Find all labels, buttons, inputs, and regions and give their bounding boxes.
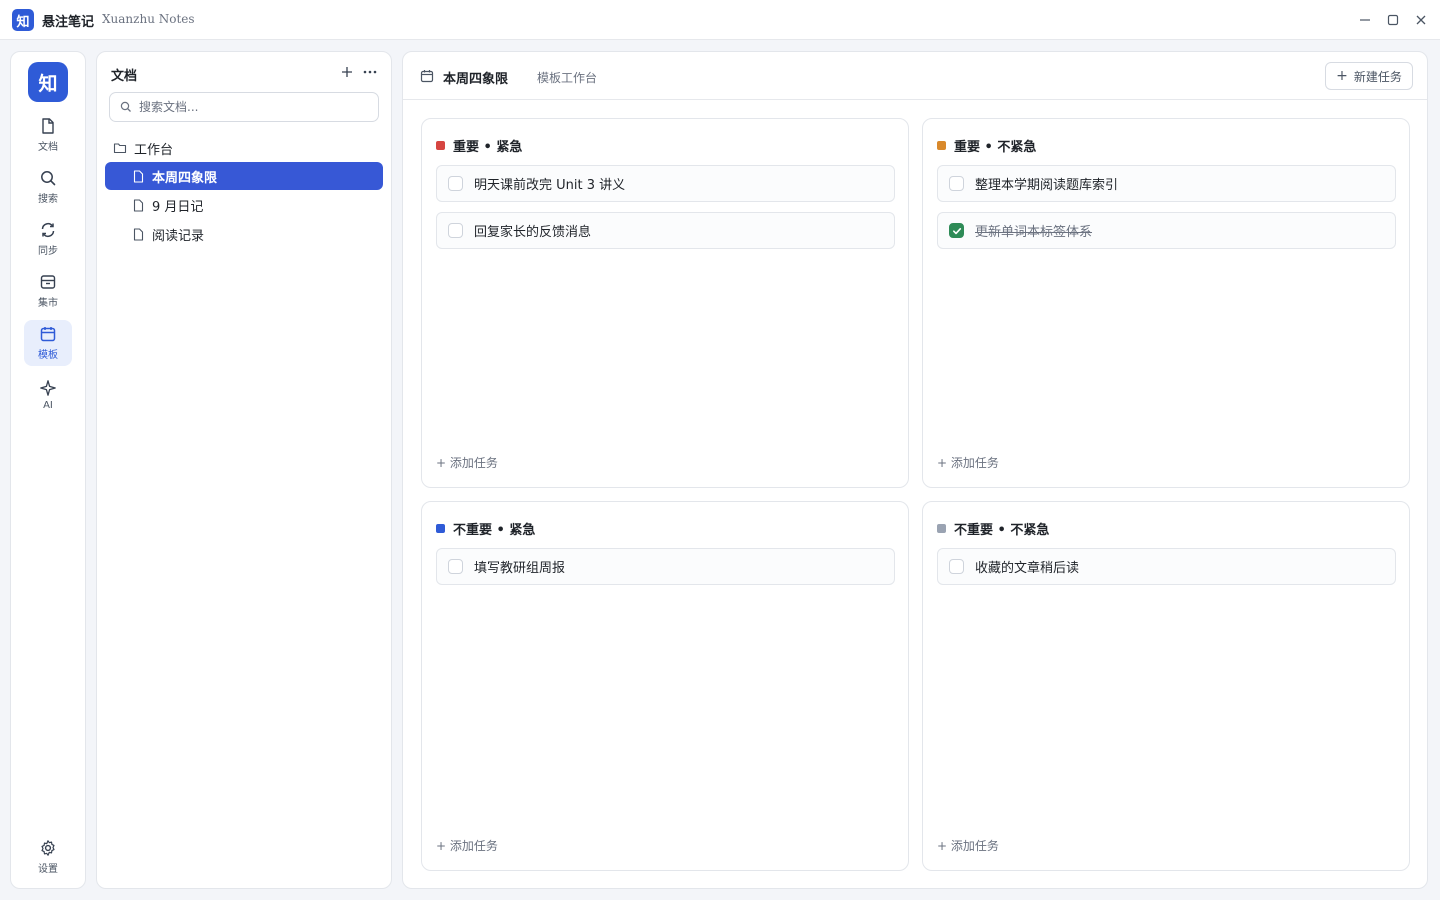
rail-item-label: 设置: [38, 864, 58, 875]
new-task-label: 新建任务: [1353, 69, 1402, 84]
quadrant-title: 重要 • 不紧急: [954, 140, 1037, 155]
quadrant-color-dot: [937, 524, 946, 533]
quadrant-title: 不重要 • 紧急: [453, 523, 536, 538]
task-checkbox[interactable]: [448, 559, 463, 574]
rail-item-documents[interactable]: 文档: [24, 112, 72, 158]
rail-item-templates[interactable]: 模板: [24, 320, 72, 366]
rail-item-label: AI: [43, 400, 53, 411]
task-checkbox[interactable]: [949, 223, 964, 238]
documents-panel: 文档 工作台 本周四象限 9 月日记 阅读记录: [96, 51, 392, 889]
rail-item-search[interactable]: 搜索: [24, 164, 72, 210]
quadrant-header: 不重要 • 不紧急: [937, 519, 1049, 538]
add-task-button[interactable]: + 添加任务: [436, 837, 498, 854]
more-options-button[interactable]: [361, 64, 379, 80]
quadrant-important-not-urgent: 重要 • 不紧急 整理本学期阅读题库索引 更新单词本标签体系 + 添加任务: [922, 118, 1410, 488]
document-icon: [133, 169, 144, 183]
plus-icon: [342, 67, 352, 77]
quadrant-header: 重要 • 紧急: [436, 136, 522, 155]
search-icon: [120, 101, 131, 112]
tree-doc-item[interactable]: 9 月日记: [105, 191, 383, 219]
task-item[interactable]: 回复家长的反馈消息: [436, 212, 895, 249]
tree-doc-item[interactable]: 本周四象限: [105, 162, 383, 190]
title-bar: 知 悬注笔记 Xuanzhu Notes: [0, 0, 1440, 40]
tree-folder-workspace[interactable]: 工作台: [113, 138, 173, 158]
tree-folder-label: 工作台: [134, 142, 174, 158]
task-item[interactable]: 更新单词本标签体系: [937, 212, 1396, 249]
search-input[interactable]: [139, 100, 369, 114]
document-icon: [42, 118, 54, 134]
task-checkbox[interactable]: [448, 176, 463, 191]
rail-item-label: 搜索: [38, 194, 58, 205]
task-item[interactable]: 收藏的文章稍后读: [937, 548, 1396, 585]
rail-item-ai[interactable]: AI: [24, 372, 72, 418]
add-document-button[interactable]: [339, 64, 355, 80]
quadrant-color-dot: [937, 141, 946, 150]
rail-item-label: 文档: [38, 142, 58, 153]
app-logo: 知: [12, 9, 34, 31]
app-subtitle: Xuanzhu Notes: [102, 12, 195, 26]
rail-item-label: 同步: [38, 246, 58, 257]
rail-item-sync[interactable]: 同步: [24, 216, 72, 262]
task-text: 整理本学期阅读题库索引: [975, 178, 1119, 193]
panel-title: 文档: [111, 69, 138, 84]
sparkle-icon: [40, 380, 56, 396]
document-icon: [133, 227, 144, 241]
add-task-button[interactable]: + 添加任务: [937, 837, 999, 854]
rail-item-label: 集市: [38, 298, 58, 309]
quadrant-important-urgent: 重要 • 紧急 明天课前改完 Unit 3 讲义 回复家长的反馈消息 + 添加任…: [421, 118, 909, 488]
search-icon: [41, 171, 56, 186]
task-checkbox[interactable]: [949, 176, 964, 191]
task-item[interactable]: 明天课前改完 Unit 3 讲义: [436, 165, 895, 202]
breadcrumb[interactable]: 模板工作台: [537, 69, 597, 86]
minimize-icon[interactable]: [1355, 10, 1375, 30]
maximize-icon[interactable]: [1383, 10, 1403, 30]
quadrant-not-important-urgent: 不重要 • 紧急 填写教研组周报 + 添加任务: [421, 501, 909, 871]
tree-doc-label: 阅读记录: [152, 228, 205, 244]
quadrant-title: 重要 • 紧急: [453, 140, 523, 155]
quadrant-header: 重要 • 不紧急: [937, 136, 1036, 155]
rail-item-settings[interactable]: 设置: [24, 834, 72, 880]
task-text: 填写教研组周报: [474, 561, 566, 576]
quadrant-color-dot: [436, 141, 445, 150]
task-text: 收藏的文章稍后读: [975, 561, 1080, 576]
document-icon: [133, 198, 144, 212]
quadrant-color-dot: [436, 524, 445, 533]
sync-icon: [41, 223, 55, 237]
task-item[interactable]: 填写教研组周报: [436, 548, 895, 585]
quadrant-not-important-not-urgent: 不重要 • 不紧急 收藏的文章稍后读 + 添加任务: [922, 501, 1410, 871]
folder-icon: [113, 143, 127, 154]
new-task-button[interactable]: + 新建任务: [1325, 62, 1413, 90]
search-box[interactable]: [109, 92, 379, 122]
task-checkbox[interactable]: [949, 559, 964, 574]
nav-rail: 知 文档 搜索 同步 集市 模板 AI 设置: [10, 51, 86, 889]
task-text: 回复家长的反馈消息: [474, 225, 592, 240]
board-header: 本周四象限 模板工作台 + 新建任务: [403, 52, 1427, 100]
page-title: 本周四象限: [443, 72, 509, 87]
calendar-icon: [420, 70, 434, 83]
check-icon: [952, 227, 961, 234]
quadrant-header: 不重要 • 紧急: [436, 519, 535, 538]
marketplace-icon: [40, 275, 56, 289]
task-text: 明天课前改完 Unit 3 讲义: [474, 178, 626, 193]
task-checkbox[interactable]: [448, 223, 463, 238]
tree-doc-item[interactable]: 阅读记录: [105, 220, 383, 248]
gear-icon: [41, 840, 55, 856]
rail-item-marketplace[interactable]: 集市: [24, 268, 72, 314]
tree-doc-label: 本周四象限: [152, 170, 218, 186]
app-name: 悬注笔记: [42, 15, 95, 30]
task-item[interactable]: 整理本学期阅读题库索引: [937, 165, 1396, 202]
plus-icon: +: [1336, 68, 1348, 84]
calendar-icon: [40, 327, 56, 342]
add-task-button[interactable]: + 添加任务: [436, 454, 498, 471]
task-text: 更新单词本标签体系: [975, 225, 1093, 240]
tree-doc-label: 9 月日记: [152, 199, 204, 215]
more-icon: [363, 70, 377, 74]
rail-item-label: 模板: [38, 350, 58, 361]
rail-logo[interactable]: 知: [28, 62, 68, 102]
main-board: 本周四象限 模板工作台 + 新建任务 重要 • 紧急 明天课前改完 Unit 3…: [402, 51, 1428, 889]
quadrant-title: 不重要 • 不紧急: [954, 523, 1050, 538]
add-task-button[interactable]: + 添加任务: [937, 454, 999, 471]
close-icon[interactable]: [1411, 10, 1431, 30]
